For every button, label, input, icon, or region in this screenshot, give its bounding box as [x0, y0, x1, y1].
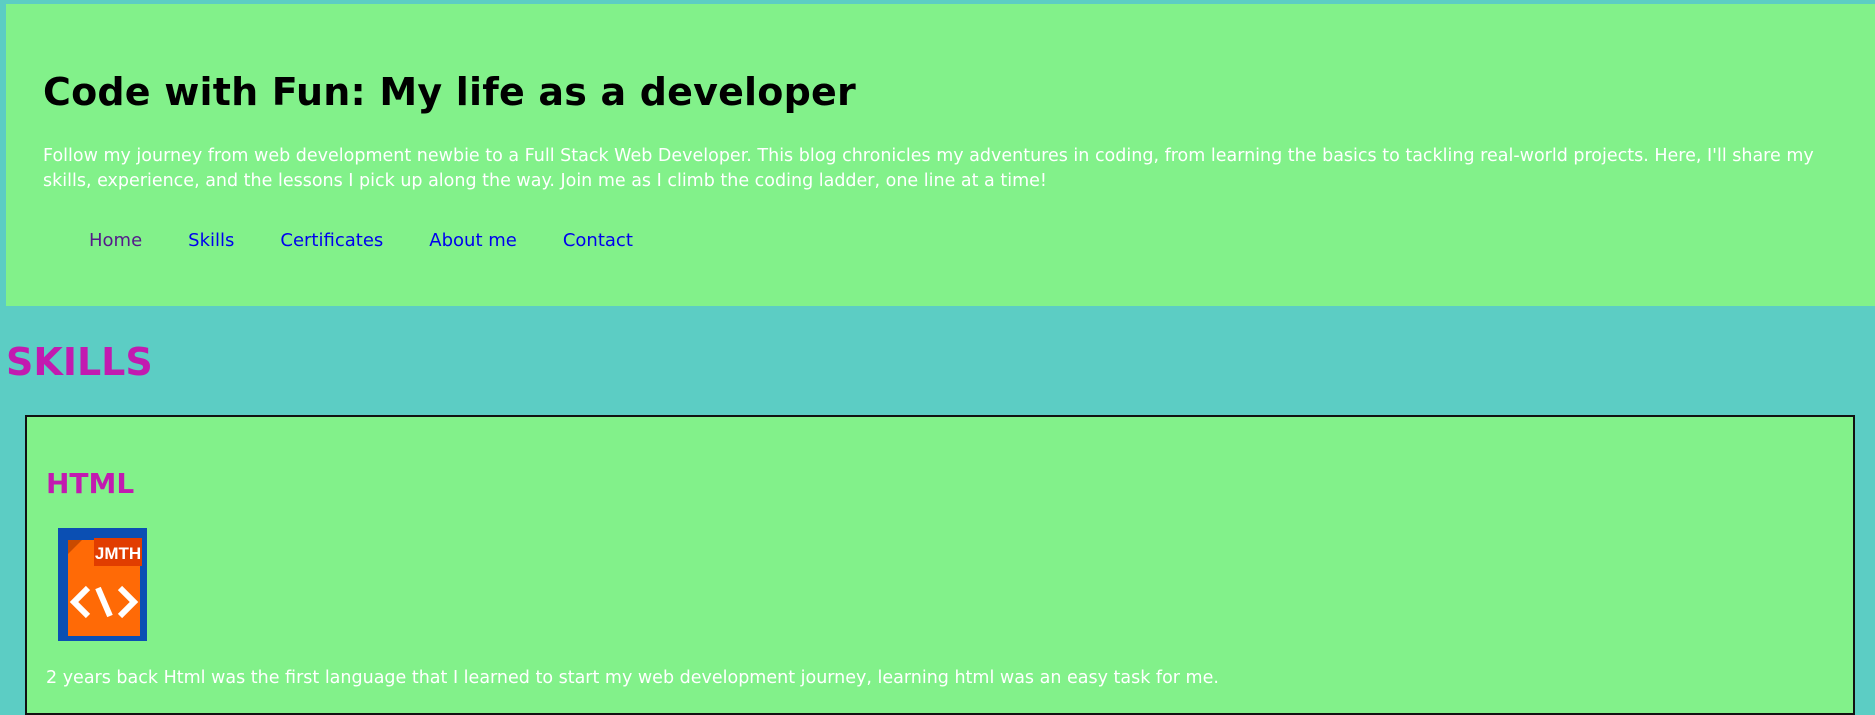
skill-card-html: HTML JMTH 2 years back Html was the firs…	[25, 415, 1855, 715]
html-file-icon: JMTH	[58, 528, 147, 641]
main-nav: Home Skills Certificates About me Contac…	[89, 230, 679, 251]
svg-text:JMTH: JMTH	[95, 544, 141, 563]
site-description: Follow my journey from web development n…	[43, 146, 1814, 191]
skill-card-description: 2 years back Html was the first language…	[46, 668, 1219, 688]
nav-link-certificates[interactable]: Certificates	[280, 230, 383, 251]
nav-link-home[interactable]: Home	[89, 230, 142, 251]
skill-card-title: HTML	[46, 467, 135, 500]
nav-link-about-me[interactable]: About me	[429, 230, 517, 251]
nav-link-skills[interactable]: Skills	[188, 230, 234, 251]
site-header: Code with Fun: My life as a developer Fo…	[6, 4, 1875, 306]
site-title: Code with Fun: My life as a developer	[43, 70, 856, 114]
skills-section-title: SKILLS	[6, 340, 153, 384]
nav-link-contact[interactable]: Contact	[563, 230, 633, 251]
